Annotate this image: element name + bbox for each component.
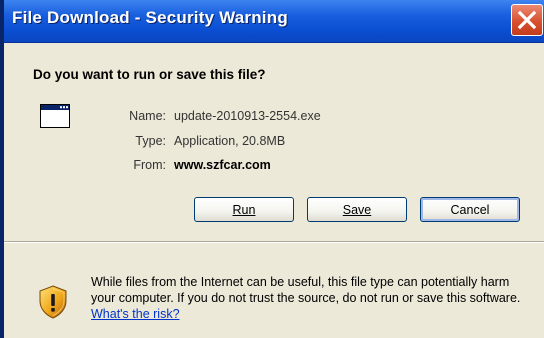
- window-title: File Download - Security Warning: [12, 8, 288, 27]
- run-button-label: Run: [232, 202, 256, 217]
- cancel-button-label: Cancel: [450, 202, 490, 217]
- file-source-value: www.szfcar.com: [174, 158, 271, 172]
- security-shield-icon: [39, 285, 67, 319]
- file-download-dialog: File Download - Security Warning Do you …: [0, 0, 544, 338]
- cancel-button[interactable]: Cancel: [420, 197, 520, 222]
- run-button[interactable]: Run: [194, 197, 294, 222]
- file-type-value: Application, 20.8MB: [174, 134, 286, 148]
- warning-message: While files from the Internet can be use…: [91, 275, 521, 305]
- whats-the-risk-link[interactable]: What's the risk?: [91, 307, 180, 321]
- save-button[interactable]: Save: [307, 197, 407, 222]
- dialog-body: Do you want to run or save this file? Na…: [4, 43, 544, 241]
- file-source-label: From:: [133, 158, 166, 172]
- warning-panel: While files from the Internet can be use…: [4, 243, 544, 338]
- close-button[interactable]: [511, 4, 543, 36]
- save-button-label: Save: [342, 202, 372, 217]
- file-name-value: update-2010913-2554.exe: [174, 109, 321, 123]
- security-warning-text: While files from the Internet can be use…: [91, 274, 531, 322]
- file-name-label: Name:: [129, 109, 166, 123]
- title-bar[interactable]: File Download - Security Warning: [4, 0, 544, 43]
- close-icon: [517, 10, 537, 30]
- run-save-question: Do you want to run or save this file?: [33, 67, 266, 82]
- file-type-label: Type:: [135, 134, 166, 148]
